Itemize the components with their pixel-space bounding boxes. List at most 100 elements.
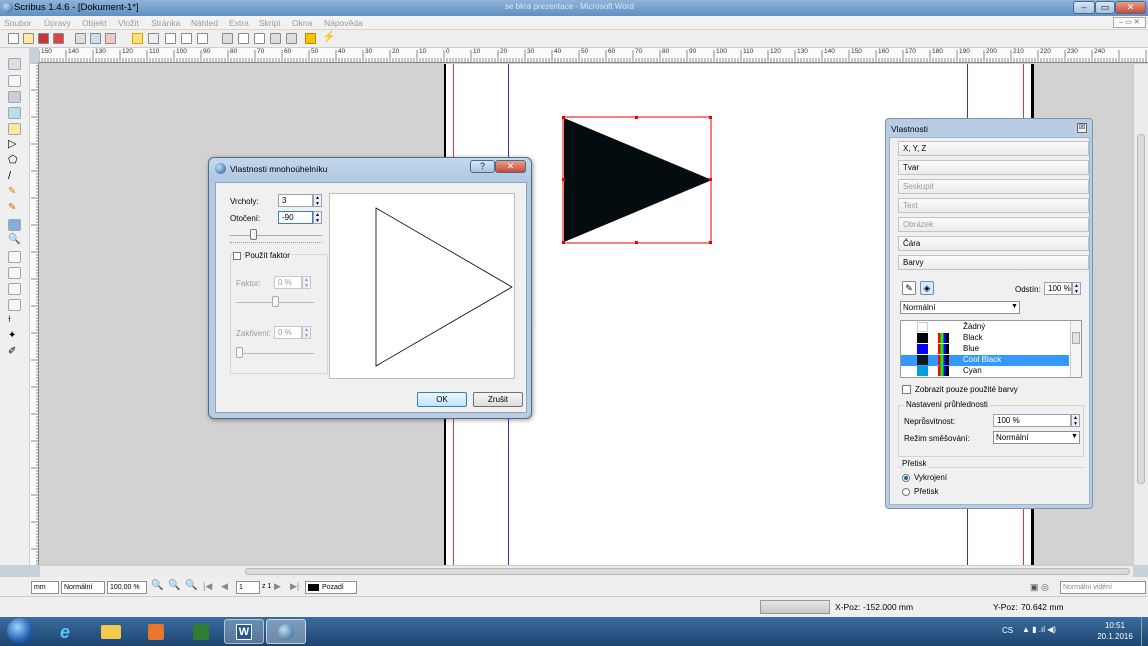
pdf-export-icon[interactable]	[105, 33, 116, 44]
use-factor-checkbox[interactable]	[233, 252, 241, 260]
dialog-help-button[interactable]: ?	[470, 160, 495, 173]
section-obrazek[interactable]: Obrázek	[898, 217, 1089, 232]
bezier-tool-icon[interactable]: ✎	[8, 187, 21, 199]
list-tool-icon[interactable]	[270, 33, 281, 44]
render-frame-tool-icon[interactable]	[8, 107, 21, 119]
show-desktop-button[interactable]	[1141, 617, 1148, 646]
menu-soubor[interactable]: Soubor	[4, 18, 31, 28]
redo-icon[interactable]	[148, 33, 159, 44]
save-icon[interactable]	[53, 33, 64, 44]
start-button[interactable]	[7, 618, 33, 644]
knockout-radio[interactable]	[902, 474, 910, 482]
dialog-close-button[interactable]: ✕	[495, 160, 526, 173]
clock-date[interactable]: 20.1.2016	[1092, 632, 1138, 641]
image-frame-tool-icon[interactable]	[8, 91, 21, 103]
close-document-icon[interactable]	[38, 33, 49, 44]
triangle-shape[interactable]	[562, 116, 714, 246]
copy-icon[interactable]	[181, 33, 192, 44]
rotate-tool-icon[interactable]	[8, 219, 21, 231]
polygon-tool-icon[interactable]: ⬠	[8, 155, 21, 167]
horizontal-scrollbar[interactable]	[40, 565, 1133, 577]
select-tool-icon[interactable]	[8, 58, 21, 70]
mdi-window-controls[interactable]: – ▭ ✕	[1113, 17, 1146, 28]
maximize-button[interactable]: ▭	[1095, 1, 1115, 14]
section-tvar[interactable]: Tvar	[898, 160, 1089, 175]
menu-extra[interactable]: Extra	[229, 18, 249, 28]
measure-tool-icon[interactable]: ⟊	[8, 315, 21, 327]
outlook-icon[interactable]	[136, 619, 176, 644]
odstin-field[interactable]: 100 %	[1044, 282, 1072, 295]
vertical-scroll-thumb[interactable]	[1137, 134, 1145, 484]
ok-button[interactable]: OK	[417, 392, 467, 407]
zakriveni-spinner[interactable]: ▲ ▼	[302, 326, 311, 339]
opacity-field[interactable]: 100 %	[993, 414, 1071, 427]
color-item[interactable]: Blue	[961, 343, 1081, 354]
preview-icon[interactable]	[238, 33, 249, 44]
zakriveni-field[interactable]: 0 %	[274, 326, 302, 339]
page-select[interactable]: 1	[236, 581, 260, 594]
menu-vlozit[interactable]: Vložit	[118, 18, 139, 28]
section-barvy[interactable]: Barvy	[898, 255, 1089, 270]
menu-upravy[interactable]: Úpravy	[44, 18, 71, 28]
undo-icon[interactable]	[132, 33, 143, 44]
link-frames-icon[interactable]	[8, 283, 21, 295]
otoceni-field[interactable]: -90	[278, 211, 313, 224]
overprint-radio[interactable]	[902, 488, 910, 496]
table-tool-icon[interactable]	[8, 123, 21, 135]
cancel-button[interactable]: Zrušit	[473, 392, 523, 407]
shape-tool-icon[interactable]: ▷	[8, 139, 21, 151]
freehand-tool-icon[interactable]: ✎	[8, 203, 21, 215]
project-icon[interactable]	[181, 619, 221, 644]
gradient-mode-chevron-icon[interactable]: ▼	[1011, 303, 1018, 310]
checkbox-tool-icon[interactable]	[254, 33, 265, 44]
next-page-icon[interactable]: ▶	[274, 581, 281, 592]
edit-text-icon[interactable]	[8, 251, 21, 263]
grid-icon[interactable]	[222, 33, 233, 44]
opacity-spinner[interactable]: ▲ ▼	[1071, 414, 1080, 427]
vertical-scrollbar[interactable]	[1133, 64, 1148, 565]
copy-properties-icon[interactable]: ✦	[8, 331, 21, 343]
faktor-slider-handle[interactable]	[272, 296, 279, 307]
color-list[interactable]: Žádný Black Blue Cool Black Cyan	[900, 320, 1082, 378]
faktor-spinner[interactable]: ▲ ▼	[302, 276, 311, 289]
mode-select[interactable]: Normální	[61, 581, 105, 594]
menu-nahled[interactable]: Náhled	[191, 18, 218, 28]
vrcholy-field[interactable]: 3	[278, 194, 313, 207]
horizontal-scroll-thumb[interactable]	[245, 568, 1130, 575]
zakriveni-slider[interactable]	[236, 353, 314, 354]
story-editor-icon[interactable]	[8, 267, 21, 279]
line-color-icon[interactable]: ✎	[902, 281, 916, 295]
blend-mode-chevron-icon[interactable]: ▼	[1071, 433, 1078, 440]
unlink-frames-icon[interactable]	[8, 299, 21, 311]
close-window-button[interactable]: ✕	[1115, 1, 1146, 14]
link-icon[interactable]: ⚡	[322, 32, 336, 44]
internet-explorer-icon[interactable]: e	[45, 619, 85, 644]
last-page-icon[interactable]: ▶|	[290, 581, 299, 592]
word-icon[interactable]: W	[224, 619, 264, 644]
new-document-icon[interactable]	[8, 33, 19, 44]
section-cara[interactable]: Čára	[898, 236, 1089, 251]
odstin-spinner[interactable]: ▲ ▼	[1072, 282, 1081, 295]
language-indicator[interactable]: CS	[1002, 626, 1013, 635]
color-item[interactable]: Cool Black	[961, 354, 1081, 365]
print-icon[interactable]	[75, 33, 86, 44]
zoom-in-icon[interactable]: 🔍	[185, 580, 197, 591]
only-used-colors-checkbox[interactable]	[902, 385, 911, 394]
form-tool-icon[interactable]	[286, 33, 297, 44]
zoom-field[interactable]: 100.00 %	[107, 581, 147, 594]
rotation-slider[interactable]	[230, 235, 322, 236]
line-tool-icon[interactable]: /	[8, 171, 21, 183]
zoom-reset-icon[interactable]: 🔍	[168, 580, 180, 591]
color-list-scrollbar[interactable]	[1070, 321, 1081, 377]
paste-icon[interactable]	[197, 33, 208, 44]
fill-color-icon[interactable]: ◈	[920, 281, 934, 295]
minimize-button[interactable]: –	[1073, 1, 1095, 14]
menu-okna[interactable]: Okna	[292, 18, 312, 28]
view-select[interactable]: Normální vidění	[1060, 581, 1146, 594]
zakriveni-slider-handle[interactable]	[236, 347, 243, 358]
file-explorer-icon[interactable]	[91, 619, 131, 644]
color-item[interactable]: Black	[961, 332, 1081, 343]
clock-time[interactable]: 10:51	[1095, 621, 1135, 630]
gradient-mode-select[interactable]: Normální	[900, 301, 1020, 314]
cut-icon[interactable]	[165, 33, 176, 44]
